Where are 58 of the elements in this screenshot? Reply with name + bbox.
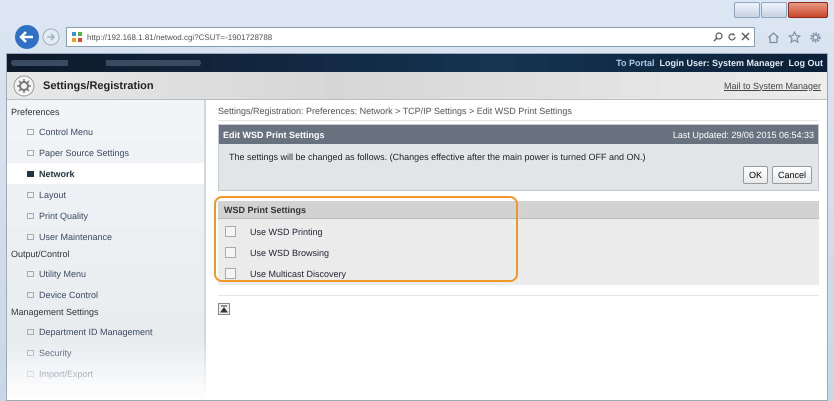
minimize-button[interactable] bbox=[734, 2, 760, 18]
bullet-icon bbox=[27, 270, 34, 276]
bullet-icon bbox=[27, 292, 34, 298]
ok-button[interactable]: OK bbox=[742, 166, 768, 184]
bullet-icon bbox=[27, 350, 34, 356]
settings-icon[interactable] bbox=[809, 30, 822, 44]
panel-title: Edit WSD Print Settings bbox=[223, 130, 325, 140]
sidebar-item[interactable]: Utility Menu bbox=[7, 263, 90, 284]
close-button[interactable] bbox=[788, 2, 828, 18]
search-icon[interactable] bbox=[713, 32, 723, 42]
login-user-text: Login User: System Manager bbox=[659, 58, 784, 68]
home-icon[interactable] bbox=[767, 30, 780, 44]
last-updated: Last Updated: 29/06 2015 06:54:33 bbox=[672, 130, 814, 140]
sidebar-item[interactable]: Network bbox=[7, 163, 204, 184]
section-heading: Preferences bbox=[10, 106, 61, 119]
sidebar-item[interactable]: User Maintenance bbox=[7, 226, 116, 247]
logout-link[interactable]: Log Out bbox=[788, 58, 823, 68]
sidebar-item[interactable]: Control Menu bbox=[7, 121, 98, 142]
bullet-icon bbox=[27, 128, 34, 134]
bullet-icon bbox=[27, 150, 34, 156]
star-icon[interactable] bbox=[788, 30, 801, 44]
option-label: Use WSD Printing bbox=[250, 226, 323, 236]
message-text: The settings will be changed as follows. (Changes effective after the main power is turned OFF and ON.) bbox=[228, 151, 647, 164]
maximize-button[interactable] bbox=[761, 2, 787, 18]
checkbox[interactable] bbox=[225, 247, 236, 258]
bullet-icon bbox=[27, 170, 34, 176]
scroll-top-icon[interactable] bbox=[218, 303, 230, 315]
bullet-icon bbox=[27, 234, 34, 240]
sidebar-item[interactable]: Department ID Management bbox=[7, 321, 157, 342]
bullet-icon bbox=[27, 192, 34, 198]
breadcrumb: Settings/Registration: Preferences: Network > TCP/IP Settings > Edit WSD Print Settings bbox=[218, 106, 819, 121]
sidebar-item[interactable]: Paper Source Settings bbox=[7, 142, 134, 163]
section-heading: Output/Control bbox=[10, 248, 71, 261]
sidebar-item[interactable]: Device Control bbox=[7, 284, 102, 305]
refresh-icon[interactable] bbox=[727, 32, 737, 42]
sidebar-item[interactable]: Security bbox=[7, 342, 76, 363]
cancel-button[interactable]: Cancel bbox=[772, 166, 812, 184]
back-button[interactable] bbox=[14, 24, 40, 50]
page-title: Settings/Registration bbox=[43, 80, 155, 92]
close-icon[interactable] bbox=[741, 32, 750, 41]
sidebar-item[interactable]: Print Quality bbox=[7, 205, 92, 226]
bullet-icon bbox=[27, 370, 34, 376]
portal-link[interactable]: To Portal bbox=[616, 58, 654, 68]
mail-link[interactable]: Mail to System Manager bbox=[724, 80, 821, 90]
checkbox[interactable] bbox=[225, 226, 236, 237]
bullet-icon bbox=[27, 328, 34, 334]
site-icon bbox=[71, 31, 83, 43]
bullet-icon bbox=[27, 212, 34, 218]
option-label: Use Multicast Discovery bbox=[250, 268, 346, 278]
forward-button[interactable] bbox=[42, 28, 60, 46]
gear-icon bbox=[13, 74, 35, 96]
sidebar-item[interactable]: Layout bbox=[7, 184, 70, 205]
section-title: WSD Print Settings bbox=[224, 205, 306, 215]
option-label: Use WSD Browsing bbox=[250, 248, 330, 258]
section-heading: Management Settings bbox=[10, 306, 100, 319]
checkbox[interactable] bbox=[225, 268, 236, 279]
address-bar[interactable]: http://192.168.1.81/netwod.cgi?CSUT=-1901728788 bbox=[66, 27, 755, 47]
url-text: http://192.168.1.81/netwod.cgi?CSUT=-1901728788 bbox=[87, 32, 274, 42]
